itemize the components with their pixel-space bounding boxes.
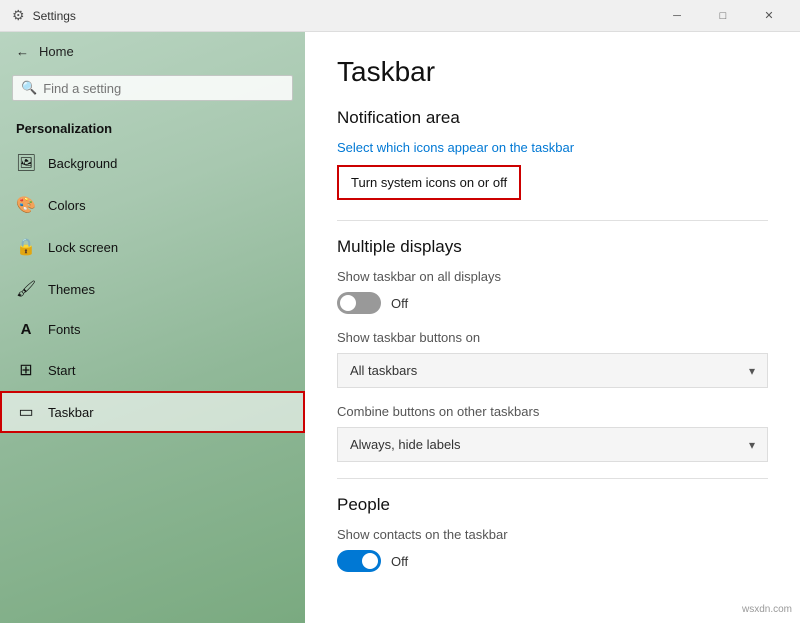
sidebar-item-start[interactable]: ⊞ Start — [0, 349, 305, 391]
show-contacts-toggle-row: Off — [337, 550, 768, 572]
start-icon: ⊞ — [16, 360, 36, 380]
sidebar-item-colors[interactable]: 🎨 Colors — [0, 184, 305, 226]
title-bar-title: Settings — [33, 9, 76, 23]
show-contacts-toggle[interactable] — [337, 550, 381, 572]
toggle-knob-2 — [362, 553, 378, 569]
show-contacts-toggle-label: Off — [391, 554, 408, 569]
search-icon: 🔍 — [21, 80, 37, 96]
title-bar: ⚙ Settings ─ □ ✕ — [0, 0, 800, 32]
back-button[interactable]: ← Home — [0, 32, 305, 71]
maximize-button[interactable]: □ — [700, 0, 746, 32]
turn-system-icons-link[interactable]: Turn system icons on or off — [337, 165, 521, 200]
sidebar-section-label: Personalization — [0, 113, 305, 142]
sidebar-item-colors-label: Colors — [48, 198, 86, 213]
window-controls: ─ □ ✕ — [654, 0, 792, 32]
show-contacts-label: Show contacts on the taskbar — [337, 527, 768, 542]
toggle-knob — [340, 295, 356, 311]
show-taskbar-label: Show taskbar on all displays — [337, 269, 768, 284]
show-taskbar-toggle-label: Off — [391, 296, 408, 311]
fonts-icon: A — [16, 321, 36, 338]
show-taskbar-toggle[interactable] — [337, 292, 381, 314]
sidebar-item-lock-screen[interactable]: 🔒 Lock screen — [0, 226, 305, 268]
notification-area-heading: Notification area — [337, 108, 768, 128]
sidebar: ← Home 🔍 Personalization 🖼 Background 🎨 … — [0, 32, 305, 623]
sidebar-item-background-label: Background — [48, 156, 117, 171]
main-panel: Taskbar Notification area Select which i… — [305, 32, 800, 623]
show-buttons-label: Show taskbar buttons on — [337, 330, 768, 345]
taskbar-icon: ▭ — [16, 402, 36, 422]
themes-icon: 🖌 — [16, 279, 36, 299]
minimize-button[interactable]: ─ — [654, 0, 700, 32]
divider-1 — [337, 220, 768, 221]
lock-screen-icon: 🔒 — [16, 237, 36, 257]
settings-icon: ⚙ — [12, 7, 25, 24]
combine-buttons-dropdown[interactable]: Always, hide labels ▾ — [337, 427, 768, 462]
chevron-down-icon: ▾ — [749, 364, 755, 378]
multiple-displays-heading: Multiple displays — [337, 237, 768, 257]
people-heading: People — [337, 495, 768, 515]
sidebar-item-fonts-label: Fonts — [48, 322, 81, 337]
sidebar-item-fonts[interactable]: A Fonts — [0, 310, 305, 349]
close-button[interactable]: ✕ — [746, 0, 792, 32]
search-box: 🔍 — [12, 75, 293, 101]
sidebar-item-background[interactable]: 🖼 Background — [0, 142, 305, 184]
show-taskbar-toggle-row: Off — [337, 292, 768, 314]
search-input[interactable] — [43, 81, 284, 96]
sidebar-item-taskbar[interactable]: ▭ Taskbar — [0, 391, 305, 433]
combine-buttons-label: Combine buttons on other taskbars — [337, 404, 768, 419]
sidebar-item-themes-label: Themes — [48, 282, 95, 297]
sidebar-item-themes[interactable]: 🖌 Themes — [0, 268, 305, 310]
chevron-down-icon-2: ▾ — [749, 438, 755, 452]
sidebar-item-lock-screen-label: Lock screen — [48, 240, 118, 255]
combine-buttons-value: Always, hide labels — [350, 437, 461, 452]
colors-icon: 🎨 — [16, 195, 36, 215]
select-icons-link[interactable]: Select which icons appear on the taskbar — [337, 140, 768, 155]
watermark: wsxdn.com — [742, 604, 792, 615]
sidebar-item-taskbar-label: Taskbar — [48, 405, 94, 420]
back-arrow-icon: ← — [16, 44, 29, 59]
sidebar-item-start-label: Start — [48, 363, 75, 378]
page-title: Taskbar — [337, 56, 768, 88]
show-buttons-dropdown[interactable]: All taskbars ▾ — [337, 353, 768, 388]
app-body: ← Home 🔍 Personalization 🖼 Background 🎨 … — [0, 32, 800, 623]
show-buttons-value: All taskbars — [350, 363, 417, 378]
back-label: Home — [39, 44, 74, 59]
divider-2 — [337, 478, 768, 479]
background-icon: 🖼 — [16, 153, 36, 173]
